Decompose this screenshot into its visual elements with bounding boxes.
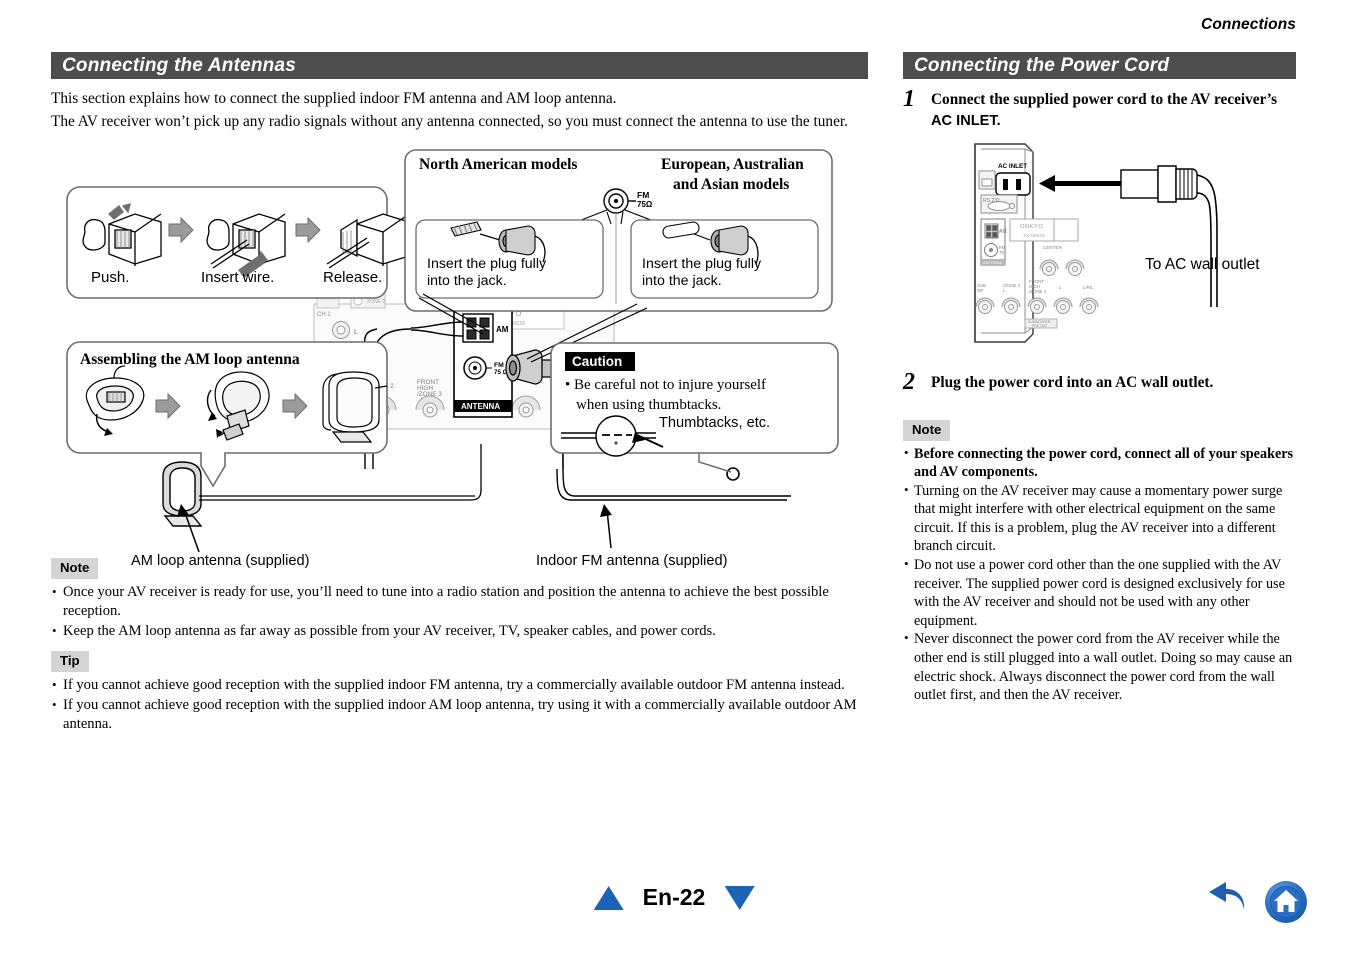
tip-list: If you cannot achieve good reception wit… bbox=[51, 675, 868, 735]
am-terminal-label: AM bbox=[496, 325, 509, 334]
caution-box: Caution • Be careful not to injure yours… bbox=[550, 342, 839, 457]
svg-text:CH 1: CH 1 bbox=[317, 312, 331, 318]
svg-text:WF: WF bbox=[977, 288, 984, 293]
svg-text:FM: FM bbox=[494, 362, 504, 369]
power-cord-diagram-svg: AC INLET RS 232 AM FM 75 ANTENNA ONKYO T… bbox=[974, 143, 1260, 343]
note-list: Once your AV receiver is ready for use, … bbox=[51, 582, 868, 641]
svg-text:ONKYO: ONKYO bbox=[1020, 224, 1043, 230]
antennas-intro: This section explains how to connect the… bbox=[51, 88, 868, 132]
left-tip-block: Tip If you cannot achieve good reception… bbox=[51, 651, 868, 734]
push-label: Push. bbox=[91, 269, 129, 286]
section-header-power-cord: Connecting the Power Cord bbox=[903, 52, 1296, 79]
svg-text:75: 75 bbox=[999, 250, 1004, 255]
antenna-connection-figure: L R CH 1 UT bbox=[51, 144, 868, 574]
svg-text:/ZONE 2: /ZONE 2 bbox=[1003, 283, 1021, 288]
svg-text:L: L bbox=[1059, 285, 1062, 290]
european-models-title-line1: European, Australian bbox=[661, 156, 804, 173]
na-caption-line2: into the jack. bbox=[427, 273, 507, 289]
note-item: Turning on the AV receiver may cause a m… bbox=[903, 481, 1296, 556]
svg-text:AM: AM bbox=[999, 229, 1007, 235]
insert-wire-label: Insert wire. bbox=[201, 269, 274, 286]
tip-badge: Tip bbox=[51, 651, 89, 673]
svg-text:ZONE 2: ZONE 2 bbox=[367, 299, 385, 305]
step-2-number: 2 bbox=[903, 369, 915, 395]
antenna-block-label: ANTENNA bbox=[461, 402, 500, 411]
note-item: Before connecting the power cord, connec… bbox=[903, 443, 1296, 482]
antenna-diagram-svg: L R CH 1 UT bbox=[66, 149, 839, 569]
note-item: Keep the AM loop antenna as far away as … bbox=[51, 621, 868, 641]
manual-page: Connections Connecting the Antennas This… bbox=[0, 0, 1348, 954]
svg-text:ANTENNA: ANTENNA bbox=[983, 260, 1002, 265]
caution-bullet-line2: when using thumbtacks. bbox=[576, 397, 721, 413]
am-loop-assembly-box: Assembling the AM loop antenna bbox=[66, 341, 388, 488]
step-2-text: Plug the power cord into an AC wall outl… bbox=[931, 374, 1214, 391]
svg-text:CENTER: CENTER bbox=[1043, 245, 1063, 250]
note-item: Do not use a power cord other than the o… bbox=[903, 555, 1296, 630]
na-caption-line1: Insert the plug fully bbox=[427, 256, 547, 272]
eu-caption-line1: Insert the plug fully bbox=[642, 256, 762, 272]
power-step-2: 2 Plug the power cord into an AC wall ou… bbox=[903, 369, 1296, 395]
fm-jack-label-line1: FM bbox=[637, 190, 649, 200]
svg-text:L/R/L: L/R/L bbox=[1083, 285, 1094, 290]
home-icon[interactable] bbox=[1264, 880, 1308, 924]
triangle-down-icon[interactable] bbox=[724, 885, 755, 910]
power-step-1: 1 Connect the supplied power cord to the… bbox=[903, 86, 1296, 131]
nav-icons bbox=[1204, 880, 1308, 924]
tip-item: If you cannot achieve good reception wit… bbox=[51, 675, 868, 695]
triangle-up-icon[interactable] bbox=[593, 885, 624, 910]
power-cord-figure: AC INLET RS 232 AM FM 75 ANTENNA ONKYO T… bbox=[903, 137, 1296, 362]
push-insert-release-box: Push. Insert wire. Release. bbox=[66, 186, 410, 299]
page-number: En-22 bbox=[642, 884, 706, 910]
antenna-terminal-block: AM FM 75 Ω ANTENNA bbox=[453, 301, 513, 418]
european-models-title-line2: and Asian models bbox=[673, 176, 789, 193]
left-column: Connecting the Antennas This section exp… bbox=[51, 52, 868, 734]
to-ac-wall-outlet-callout: To AC wall outlet bbox=[1145, 256, 1260, 273]
am-loop-box-title: Assembling the AM loop antenna bbox=[80, 351, 300, 368]
note-item: Once your AV receiver is ready for use, … bbox=[51, 582, 868, 622]
step-1-text-main: Connect the supplied power cord to the A… bbox=[931, 91, 1278, 108]
models-box: North American models European, Australi… bbox=[404, 149, 833, 312]
caution-badge: Caution bbox=[572, 354, 622, 369]
release-label: Release. bbox=[323, 269, 382, 286]
page-footer: En-22 bbox=[0, 881, 1348, 936]
ac-inlet-label: AC INLET bbox=[998, 163, 1027, 170]
fm-jack-label-line2: 75Ω bbox=[637, 200, 653, 209]
eu-caption-line2: into the jack. bbox=[642, 273, 722, 289]
ac-inlet-art bbox=[995, 172, 1031, 196]
insert-direction-arrow bbox=[1039, 175, 1121, 192]
indoor-fm-caption-arrow bbox=[600, 504, 612, 549]
indoor-fm-caption: Indoor FM antenna (supplied) bbox=[536, 553, 727, 569]
svg-text:PRE OUT: PRE OUT bbox=[1032, 324, 1047, 328]
indoor-fm-antenna-art bbox=[556, 467, 791, 501]
section-header-antennas: Connecting the Antennas bbox=[51, 52, 868, 79]
svg-text:L: L bbox=[354, 329, 358, 336]
step-1-number: 1 bbox=[903, 86, 915, 112]
intro-line-2: The AV receiver won’t pick up any radio … bbox=[51, 112, 848, 130]
right-note-list: Before connecting the power cord, connec… bbox=[903, 443, 1296, 705]
pager: En-22 bbox=[593, 884, 755, 911]
right-column: Connecting the Power Cord 1 Connect the … bbox=[903, 52, 1296, 705]
step-1-text-emphasis: AC INLET. bbox=[931, 112, 1001, 129]
running-head: Connections bbox=[1201, 16, 1296, 33]
thumbtacks-callout: Thumbtacks, etc. bbox=[659, 415, 770, 431]
svg-text:/ZONE 3: /ZONE 3 bbox=[1029, 289, 1047, 294]
step-1-text: Connect the supplied power cord to the A… bbox=[931, 89, 1296, 131]
note-item: Never disconnect the power cord from the… bbox=[903, 629, 1296, 704]
note-badge: Note bbox=[903, 419, 951, 441]
svg-text:TX-NR818: TX-NR818 bbox=[1023, 233, 1045, 238]
caution-bullet-line1: • Be careful not to injure yourself bbox=[565, 377, 766, 393]
power-cord-plug-art bbox=[1120, 165, 1218, 307]
svg-text:/ZONE 3: /ZONE 3 bbox=[417, 391, 442, 398]
note-item-text: Before connecting the power cord, connec… bbox=[914, 445, 1294, 481]
tip-item: If you cannot achieve good reception wit… bbox=[51, 695, 868, 735]
north-american-models-title: North American models bbox=[419, 156, 577, 173]
intro-line-1: This section explains how to connect the… bbox=[51, 90, 617, 107]
back-arrow-icon[interactable] bbox=[1204, 881, 1250, 923]
am-loop-caption: AM loop antenna (supplied) bbox=[131, 553, 309, 569]
right-note-block: Note Before connecting the power cord, c… bbox=[903, 419, 1296, 705]
